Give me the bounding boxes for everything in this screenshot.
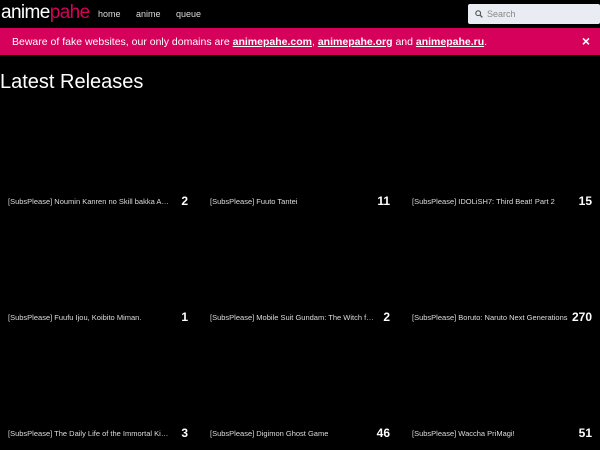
- search-box: [468, 4, 600, 24]
- alert-text: Beware of fake websites, our only domain…: [12, 36, 487, 48]
- release-episode: 46: [376, 426, 390, 440]
- logo-part-1: anime: [1, 2, 50, 23]
- alert-domain-ru[interactable]: animepahe.ru: [416, 36, 484, 48]
- alert-sep-2: and: [392, 35, 416, 48]
- nav-queue[interactable]: queue: [176, 9, 201, 19]
- search-icon: [475, 10, 483, 18]
- site-logo[interactable]: animepahe: [1, 3, 90, 23]
- release-episode: 3: [181, 426, 188, 440]
- release-thumbnail[interactable]: [412, 332, 594, 422]
- release-episode: 2: [181, 194, 188, 208]
- release-title[interactable]: [SubsPlease] Fuuto Tantei: [210, 197, 374, 206]
- release-card[interactable]: [SubsPlease] Waccha PriMagi! 51: [404, 332, 594, 446]
- release-title[interactable]: [SubsPlease] Mobile Suit Gundam: The Wit…: [210, 313, 374, 322]
- release-thumbnail[interactable]: [210, 332, 392, 422]
- fake-sites-alert: Beware of fake websites, our only domain…: [0, 28, 600, 55]
- release-title[interactable]: [SubsPlease] Noumin Kanren no Skill bakk…: [8, 197, 172, 206]
- release-episode: 1: [181, 310, 188, 324]
- navbar: animepahe home anime queue: [0, 0, 600, 27]
- release-card[interactable]: [SubsPlease] Boruto: Naruto Next Generat…: [404, 216, 594, 330]
- alert-domain-org[interactable]: animepahe.org: [318, 36, 393, 48]
- release-card[interactable]: [SubsPlease] Fuuto Tantei 11: [202, 100, 392, 214]
- close-icon[interactable]: ×: [582, 34, 590, 48]
- release-card[interactable]: [SubsPlease] IDOLiSH7: Third Beat! Part …: [404, 100, 594, 214]
- alert-domain-com[interactable]: animepahe.com: [233, 36, 312, 48]
- release-card[interactable]: [SubsPlease] The Daily Life of the Immor…: [0, 332, 190, 446]
- release-title[interactable]: [SubsPlease] Digimon Ghost Game: [210, 429, 374, 438]
- release-thumbnail[interactable]: [8, 216, 190, 306]
- release-episode: 51: [578, 426, 592, 440]
- alert-prefix: Beware of fake websites, our only domain…: [12, 35, 233, 48]
- logo-part-2: pahe: [49, 2, 90, 23]
- release-title[interactable]: [SubsPlease] IDOLiSH7: Third Beat! Part …: [412, 197, 576, 206]
- nav-anime[interactable]: anime: [136, 9, 161, 19]
- release-card[interactable]: [SubsPlease] Noumin Kanren no Skill bakk…: [0, 100, 190, 214]
- search-input[interactable]: [487, 6, 597, 22]
- alert-suffix: .: [484, 35, 488, 48]
- release-thumbnail[interactable]: [210, 100, 392, 190]
- release-card[interactable]: [SubsPlease] Digimon Ghost Game 46: [202, 332, 392, 446]
- release-episode: 270: [571, 310, 592, 324]
- release-episode: 11: [377, 194, 390, 208]
- release-episode: 15: [578, 194, 592, 208]
- nav-home[interactable]: home: [98, 9, 121, 19]
- release-title[interactable]: [SubsPlease] Fuufu Ijou, Koibito Miman.: [8, 313, 172, 322]
- release-title[interactable]: [SubsPlease] The Daily Life of the Immor…: [8, 429, 172, 438]
- page-title: Latest Releases: [0, 71, 144, 93]
- release-thumbnail[interactable]: [8, 332, 190, 422]
- release-episode: 2: [383, 310, 390, 324]
- release-thumbnail[interactable]: [8, 100, 190, 190]
- release-thumbnail[interactable]: [210, 216, 392, 306]
- release-card[interactable]: [SubsPlease] Mobile Suit Gundam: The Wit…: [202, 216, 392, 330]
- release-title[interactable]: [SubsPlease] Boruto: Naruto Next Generat…: [412, 313, 576, 322]
- release-thumbnail[interactable]: [412, 216, 594, 306]
- release-card[interactable]: [SubsPlease] Fuufu Ijou, Koibito Miman. …: [0, 216, 190, 330]
- release-title[interactable]: [SubsPlease] Waccha PriMagi!: [412, 429, 576, 438]
- release-thumbnail[interactable]: [412, 100, 594, 190]
